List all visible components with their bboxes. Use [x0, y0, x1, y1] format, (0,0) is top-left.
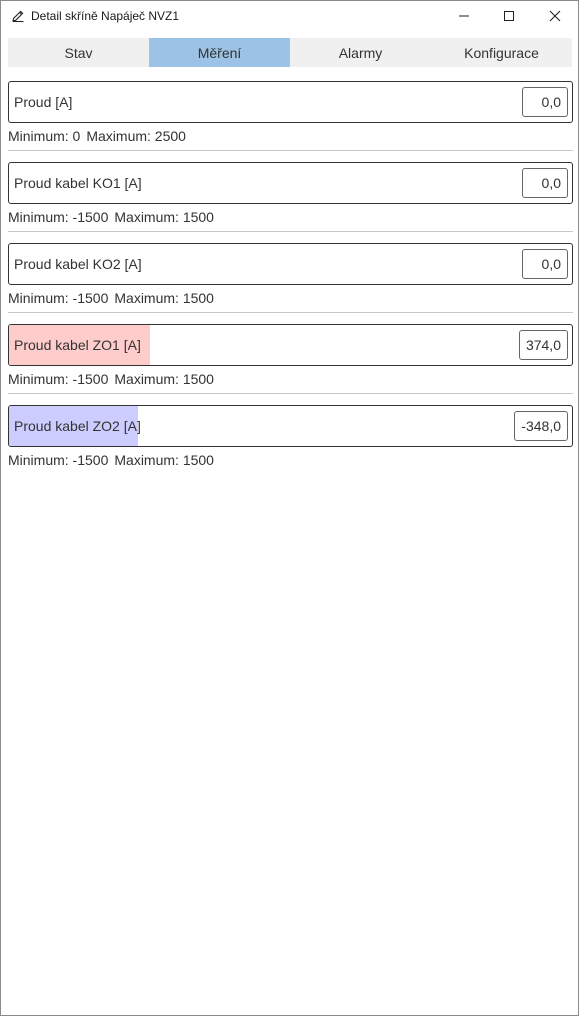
measurement-ko2: Proud kabel KO2 [A] 0,0 Minimum: -1500 Ma… — [8, 243, 573, 324]
minimum-label: Minimum: -1500 — [8, 209, 109, 225]
measurement-range: Minimum: -1500 Maximum: 1500 — [8, 290, 214, 306]
minimum-label: Minimum: -1500 — [8, 290, 109, 306]
measurement-bar: Proud [A] 0,0 — [8, 81, 573, 123]
measurement-bar: Proud kabel KO2 [A] 0,0 — [8, 243, 573, 285]
title-bar[interactable]: Detail skříně Napáječ NVZ1 — [1, 1, 578, 31]
measurement-label: Proud kabel ZO1 [A] — [14, 337, 141, 353]
row-divider — [8, 312, 573, 313]
minimum-label: Minimum: 0 — [8, 128, 81, 144]
measurement-bar: Proud kabel ZO1 [A] 374,0 — [8, 324, 573, 366]
close-icon — [549, 10, 561, 22]
maximum-label: Maximum: 1500 — [114, 452, 214, 468]
measurement-value: 0,0 — [522, 87, 568, 117]
tab-label: Měření — [197, 44, 242, 61]
window-title: Detail skříně Napáječ NVZ1 — [31, 9, 180, 23]
measurement-range: Minimum: 0 Maximum: 2500 — [8, 128, 186, 144]
maximum-label: Maximum: 2500 — [86, 128, 186, 144]
detail-window: Detail skříně Napáječ NVZ1 Stav Měření A… — [0, 0, 579, 1016]
row-divider — [8, 231, 573, 232]
minimize-icon — [458, 10, 470, 22]
row-divider — [8, 150, 573, 151]
tab-stav[interactable]: Stav — [8, 38, 149, 67]
minimum-label: Minimum: -1500 — [8, 371, 109, 387]
tab-alarmy[interactable]: Alarmy — [290, 38, 431, 67]
maximum-label: Maximum: 1500 — [114, 371, 214, 387]
tab-konfigurace[interactable]: Konfigurace — [431, 38, 572, 67]
measurement-range: Minimum: -1500 Maximum: 1500 — [8, 209, 214, 225]
measurement-zo2: Proud kabel ZO2 [A] -348,0 Minimum: -150… — [8, 405, 573, 486]
measurement-ko1: Proud kabel KO1 [A] 0,0 Minimum: -1500 Ma… — [8, 162, 573, 243]
measurement-list: Proud [A] 0,0 Minimum: 0 Maximum: 2500 Pr… — [8, 81, 573, 486]
measurement-proud: Proud [A] 0,0 Minimum: 0 Maximum: 2500 — [8, 81, 573, 162]
tab-label: Stav — [64, 44, 93, 61]
tab-bar: Stav Měření Alarmy Konfigurace — [8, 38, 572, 67]
measurement-label: Proud [A] — [14, 94, 73, 110]
measurement-range: Minimum: -1500 Maximum: 1500 — [8, 371, 214, 387]
maximum-label: Maximum: 1500 — [114, 290, 214, 306]
measurement-value: 374,0 — [518, 330, 568, 360]
measurement-label: Proud kabel KO2 [A] — [14, 256, 142, 272]
minimize-button[interactable] — [441, 1, 487, 31]
measurement-value: 0,0 — [522, 168, 568, 198]
measurement-label: Proud kabel KO1 [A] — [14, 175, 142, 191]
measurement-range: Minimum: -1500 Maximum: 1500 — [8, 452, 214, 468]
measurement-bar: Proud kabel KO1 [A] 0,0 — [8, 162, 573, 204]
maximum-label: Maximum: 1500 — [114, 209, 214, 225]
tab-label: Alarmy — [338, 44, 383, 61]
measurement-label: Proud kabel ZO2 [A] — [14, 418, 141, 434]
maximize-icon — [503, 10, 515, 22]
close-button[interactable] — [532, 1, 578, 31]
tab-label: Konfigurace — [464, 44, 539, 61]
measurement-bar: Proud kabel ZO2 [A] -348,0 — [8, 405, 573, 447]
row-divider — [8, 393, 573, 394]
minimum-label: Minimum: -1500 — [8, 452, 109, 468]
pen-icon — [11, 9, 25, 23]
measurement-value: -348,0 — [514, 411, 568, 441]
measurement-value: 0,0 — [522, 249, 568, 279]
maximize-button[interactable] — [486, 1, 532, 31]
tab-mereni[interactable]: Měření — [149, 38, 290, 67]
measurement-zo1: Proud kabel ZO1 [A] 374,0 Minimum: -1500… — [8, 324, 573, 405]
